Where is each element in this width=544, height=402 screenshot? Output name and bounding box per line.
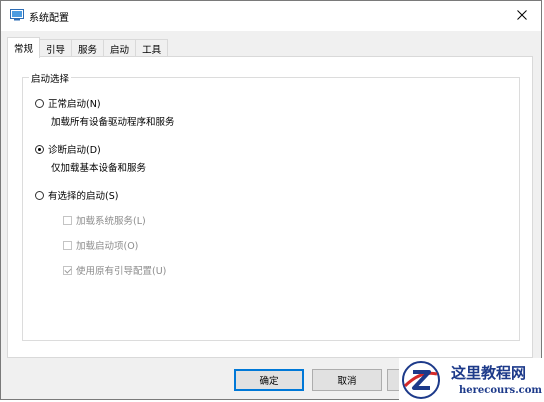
use-original-boot-config-label: 使用原有引导配置(U): [76, 266, 167, 277]
general-tab-panel: 启动选择 正常启动(N) 加载所有设备驱动程序和服务 诊断启动(D) 仅加载基本…: [7, 56, 533, 358]
z-logo-icon: [402, 361, 440, 399]
watermark-title: 这里教程网: [451, 364, 527, 382]
checkbox-box: [63, 215, 72, 225]
startup-selection-group: 启动选择 正常启动(N) 加载所有设备驱动程序和服务 诊断启动(D) 仅加载基本…: [22, 71, 520, 341]
normal-startup-label: 正常启动(N): [48, 99, 101, 110]
system-config-window: 系统配置 常规 引导 服务 启动 工具 启动选择 正常启动(N) 加载所有设备驱…: [0, 0, 542, 400]
load-startup-items-checkbox[interactable]: 加载启动项(O): [63, 238, 138, 252]
ok-button[interactable]: 确定: [234, 369, 304, 391]
radio-circle-selected: [35, 144, 44, 154]
diagnostic-startup-radio[interactable]: 诊断启动(D): [35, 142, 101, 156]
title-bar: 系统配置: [1, 1, 541, 31]
load-system-services-label: 加载系统服务(L): [76, 216, 146, 227]
window-title: 系统配置: [29, 13, 69, 24]
radio-circle: [35, 190, 44, 200]
watermark: 这里教程网 herecours.com: [399, 358, 544, 402]
checkbox-box: [63, 240, 72, 250]
tab-startup[interactable]: 启动: [104, 39, 137, 57]
tab-bar: 常规 引导 服务 启动 工具: [7, 37, 169, 58]
tab-boot[interactable]: 引导: [40, 39, 73, 57]
group-title: 启动选择: [29, 71, 72, 85]
cancel-button[interactable]: 取消: [312, 369, 382, 391]
checkbox-box-checked: [63, 265, 72, 275]
close-button[interactable]: [509, 3, 535, 27]
diagnostic-startup-label: 诊断启动(D): [48, 145, 101, 156]
tab-services[interactable]: 服务: [72, 39, 105, 57]
selective-startup-label: 有选择的启动(S): [48, 191, 119, 202]
tab-tools[interactable]: 工具: [136, 39, 169, 57]
normal-startup-desc: 加载所有设备驱动程序和服务: [51, 117, 175, 128]
load-system-services-checkbox[interactable]: 加载系统服务(L): [63, 213, 146, 227]
radio-circle: [35, 98, 44, 108]
use-original-boot-config-checkbox[interactable]: 使用原有引导配置(U): [63, 263, 166, 277]
close-icon: [517, 10, 527, 20]
load-startup-items-label: 加载启动项(O): [76, 241, 139, 252]
watermark-url: herecours.com: [459, 385, 543, 396]
normal-startup-radio[interactable]: 正常启动(N): [35, 96, 101, 110]
diagnostic-startup-desc: 仅加载基本设备和服务: [51, 163, 147, 174]
tab-general[interactable]: 常规: [7, 37, 41, 58]
msconfig-icon: [10, 9, 24, 21]
selective-startup-radio[interactable]: 有选择的启动(S): [35, 188, 118, 202]
